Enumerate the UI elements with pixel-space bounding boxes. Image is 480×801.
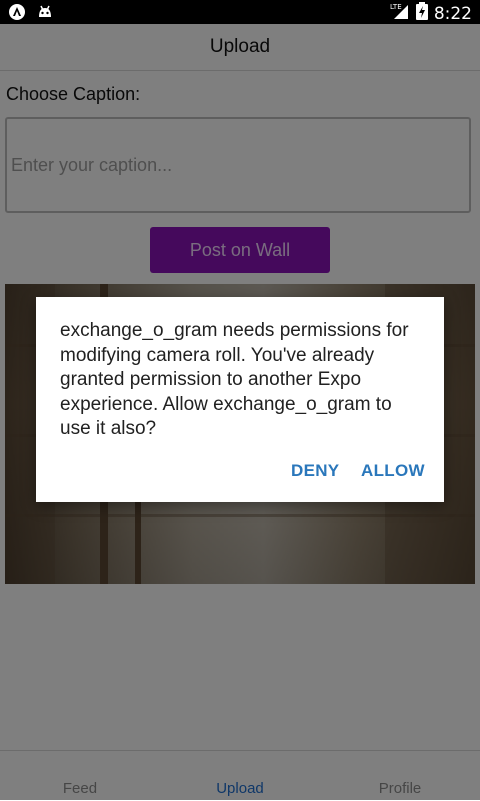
android-icon	[36, 3, 54, 26]
permission-dialog: exchange_o_gram needs permissions for mo…	[36, 297, 444, 502]
dialog-message: exchange_o_gram needs permissions for mo…	[60, 320, 409, 439]
allow-button[interactable]: ALLOW	[359, 457, 427, 485]
status-right-icons: LTE 8:22	[390, 2, 472, 25]
network-type-label: LTE	[390, 3, 402, 11]
status-bar: LTE 8:22	[0, 0, 480, 24]
status-time: 8:22	[433, 3, 472, 24]
status-left-icons	[8, 3, 54, 26]
battery-icon	[415, 2, 428, 25]
signal-icon: LTE	[390, 2, 410, 25]
deny-button[interactable]: DENY	[289, 457, 341, 485]
expo-icon	[8, 3, 26, 26]
